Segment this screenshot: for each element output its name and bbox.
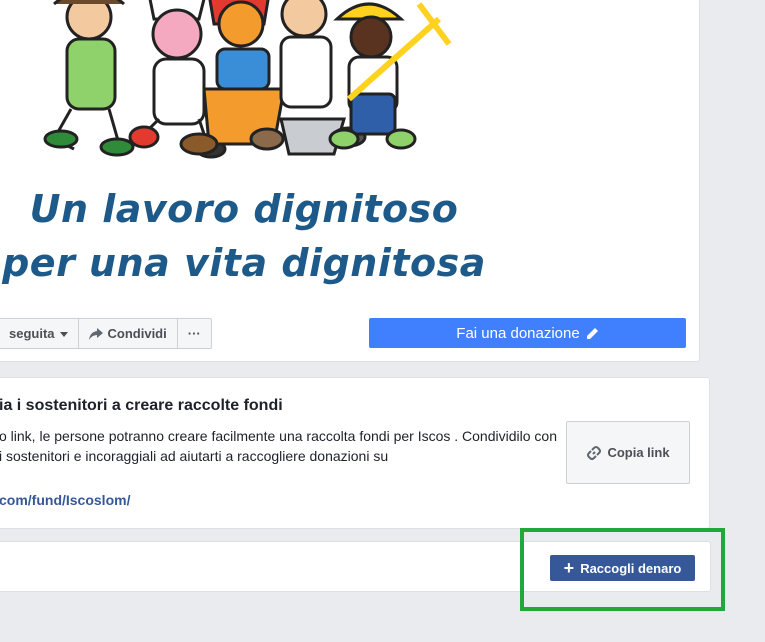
follow-label: seguita [9, 326, 55, 341]
fundraiser-link[interactable]: com/fund/Iscoslom/ [0, 492, 130, 508]
worker-figure-green [43, 0, 139, 157]
pencil-icon [586, 327, 598, 339]
fundraiser-invite-title: ia i sostenitori a creare raccolte fondi [0, 397, 283, 414]
share-icon [88, 327, 103, 340]
copy-link-button[interactable]: Copia link [566, 421, 690, 484]
worker-figure-builder [328, 2, 452, 150]
cover-slogan-line-2: per una vita dignitosa [2, 241, 486, 285]
copy-link-label: Copia link [607, 445, 670, 460]
page-action-buttons: seguita Condividi ··· [0, 318, 212, 349]
more-options-label: ··· [187, 326, 201, 341]
fundraiser-invite-description: o link, le persone potranno creare facil… [0, 428, 557, 464]
page-cover-card: Un lavoro dignitoso per una vita dignito… [0, 0, 700, 362]
more-options-button[interactable]: ··· [178, 319, 211, 348]
link-icon [587, 445, 602, 460]
share-label: Condividi [107, 326, 167, 341]
highlight-box [520, 528, 725, 611]
chevron-down-icon [59, 332, 68, 337]
follow-button[interactable]: seguita [0, 319, 79, 348]
donate-label: Fai una donazione [456, 324, 580, 342]
share-button[interactable]: Condividi [79, 319, 178, 348]
donate-button[interactable]: Fai una donazione [369, 318, 686, 348]
cover-slogan-line-1: Un lavoro dignitoso [29, 187, 459, 231]
